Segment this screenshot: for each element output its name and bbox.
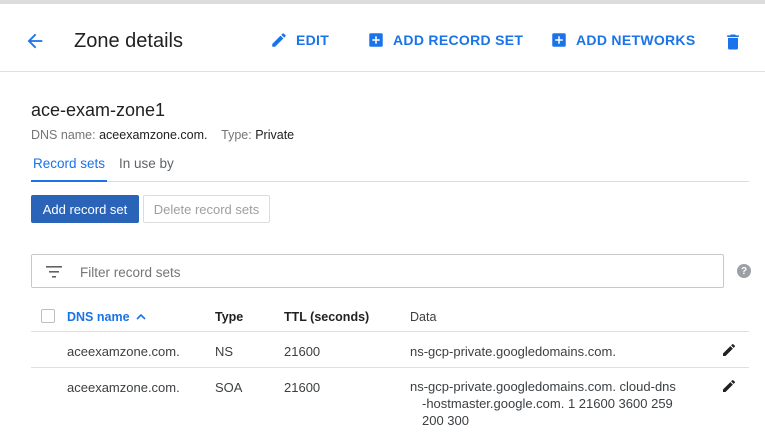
edit-label: EDIT bbox=[296, 32, 330, 48]
row-ttl: 21600 bbox=[284, 380, 321, 395]
tab-record-sets[interactable]: Record sets bbox=[31, 156, 108, 182]
add-record-set-action[interactable]: ADD RECORD SET bbox=[367, 31, 523, 49]
select-all-checkbox[interactable] bbox=[41, 309, 55, 323]
help-icon[interactable]: ? bbox=[737, 264, 751, 278]
add-networks-label: ADD NETWORKS bbox=[576, 32, 696, 48]
pencil-icon bbox=[272, 33, 286, 47]
edit-row-pencil-icon[interactable] bbox=[721, 342, 737, 358]
edit-row-pencil-icon[interactable] bbox=[721, 378, 737, 394]
delete-record-sets-button: Delete record sets bbox=[143, 195, 270, 223]
row-data-line: ns-gcp-private.googledomains.com. cloud-… bbox=[410, 379, 676, 394]
delete-icon[interactable] bbox=[723, 31, 743, 53]
row-data: ns-gcp-private.googledomains.com. cloud-… bbox=[410, 378, 710, 429]
row-data-line: 200 300 bbox=[422, 413, 469, 428]
column-type: Type bbox=[215, 310, 244, 324]
add-box-icon bbox=[552, 33, 566, 47]
zone-name: ace-exam-zone1 bbox=[31, 100, 166, 120]
back-arrow-icon[interactable] bbox=[24, 30, 46, 52]
tab-bar: Record sets In use by bbox=[31, 156, 749, 182]
zone-meta: DNS name: aceexamzone.com. Type: Private bbox=[31, 128, 294, 142]
table-header: DNS name Type TTL (seconds) Data bbox=[31, 300, 749, 332]
table-row: aceexamzone.com. NS 21600 ns-gcp-private… bbox=[31, 332, 749, 368]
type-value: Private bbox=[255, 128, 295, 142]
tab-in-use-by[interactable]: In use by bbox=[119, 156, 174, 182]
row-dns-name: aceexamzone.com. bbox=[67, 380, 180, 395]
table-row: aceexamzone.com. SOA 21600 ns-gcp-privat… bbox=[31, 368, 749, 435]
column-data: Data bbox=[410, 310, 437, 324]
row-ttl: 21600 bbox=[284, 344, 321, 359]
top-toolbar: Zone details EDIT ADD RECORD SET ADD NET… bbox=[0, 0, 765, 72]
row-type: NS bbox=[215, 344, 234, 359]
dns-name-label: DNS name: bbox=[31, 128, 96, 142]
row-data-line: -hostmaster.google.com. 1 21600 3600 259 bbox=[422, 396, 673, 411]
dns-name-value: aceexamzone.com. bbox=[99, 128, 208, 142]
column-dns-name[interactable]: DNS name bbox=[67, 310, 146, 324]
row-data: ns-gcp-private.googledomains.com. bbox=[410, 344, 616, 359]
filter-bar bbox=[31, 254, 724, 288]
row-type: SOA bbox=[215, 380, 243, 395]
edit-button[interactable]: EDIT bbox=[270, 31, 329, 49]
filter-input[interactable] bbox=[80, 261, 680, 283]
add-record-set-label: ADD RECORD SET bbox=[393, 32, 524, 48]
column-dns-name-label: DNS name bbox=[67, 310, 130, 324]
column-ttl: TTL (seconds) bbox=[284, 310, 370, 324]
page-title: Zone details bbox=[74, 30, 183, 52]
row-dns-name: aceexamzone.com. bbox=[67, 344, 180, 359]
add-networks-action[interactable]: ADD NETWORKS bbox=[550, 31, 695, 49]
sort-ascending-icon bbox=[135, 313, 146, 320]
add-box-icon bbox=[369, 33, 383, 47]
record-sets-table: DNS name Type TTL (seconds) Data aceexam… bbox=[31, 300, 749, 435]
add-record-set-button[interactable]: Add record set bbox=[31, 195, 139, 223]
filter-icon bbox=[46, 266, 62, 278]
type-label: Type: bbox=[221, 128, 252, 142]
